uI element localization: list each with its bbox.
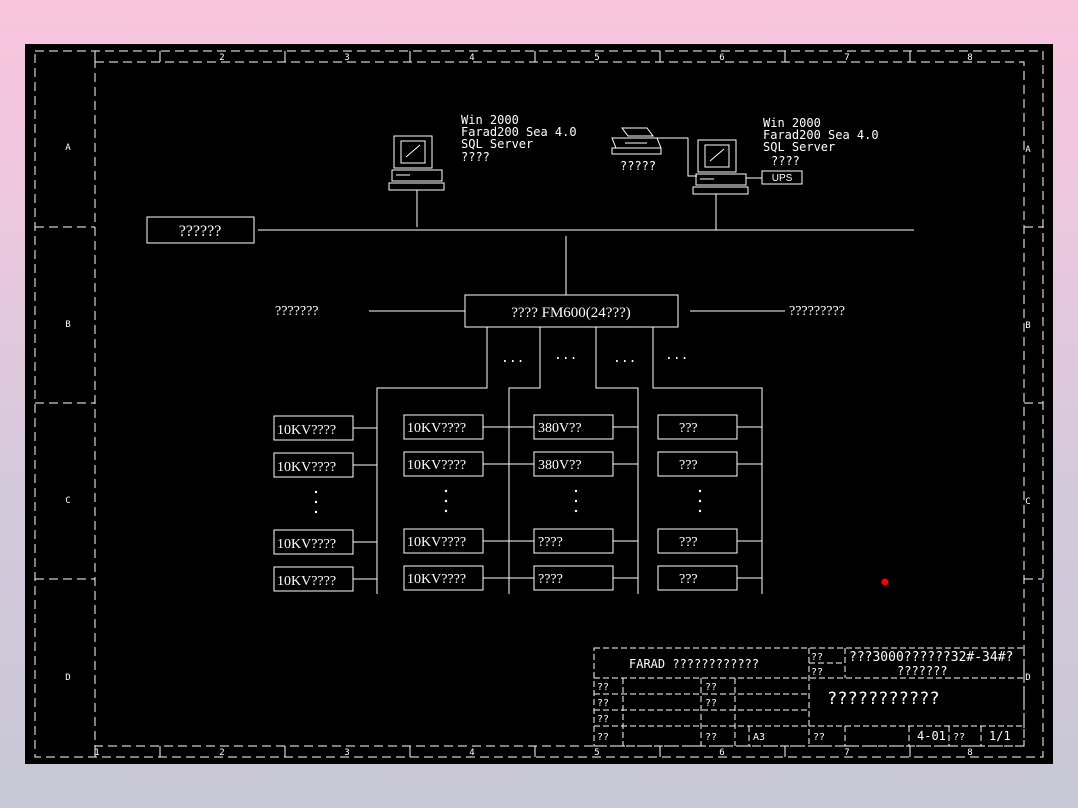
network-label: ??????: [179, 223, 222, 240]
feeder-label: 10KV????: [277, 460, 336, 475]
row-label: C: [1025, 497, 1030, 507]
col-label: 3: [344, 748, 349, 758]
feeder-label: ???: [679, 421, 698, 436]
col-label: 6: [719, 53, 724, 63]
system-diagram: 2 3 4 5 6 7 8 1 2 3 4 5 6 7 8 A B C D A …: [34, 50, 1044, 758]
feeder-label: ????: [538, 572, 563, 587]
row-label: B: [1025, 321, 1030, 331]
printer-label: ?????: [620, 159, 656, 173]
col-label: 2: [219, 53, 224, 63]
title-row-label: ??: [597, 732, 609, 743]
ellipsis: ...: [613, 351, 636, 366]
feeder-label: ????: [538, 535, 563, 550]
device-right-label: ?????????: [789, 304, 845, 319]
red-marker-icon: [881, 578, 889, 586]
feeder-label: 10KV????: [277, 537, 336, 552]
sheet-code: ??: [813, 732, 825, 743]
col-label: 3: [344, 53, 349, 63]
title-row-label: ??: [705, 698, 717, 709]
title-row-label: ??: [705, 732, 717, 743]
col-label: 4: [469, 748, 474, 758]
col-label: 6: [719, 748, 724, 758]
ellipsis: ...: [554, 348, 577, 363]
col-label: 8: [967, 53, 972, 63]
feeder-label: 380V??: [538, 458, 582, 473]
device-left-label: ???????: [275, 304, 319, 319]
computer-icon: [692, 139, 762, 230]
ellipsis: ...: [501, 351, 524, 366]
feeder-label: 10KV????: [407, 572, 466, 587]
title-row-label: ??: [597, 682, 609, 693]
station-left-line: SQL Server: [461, 137, 533, 151]
drawing-number: 4-01: [917, 729, 946, 743]
device-label: ???? FM600(24???): [511, 305, 631, 321]
row-label: A: [65, 143, 71, 153]
feeder-label: 380V??: [538, 421, 582, 436]
project-name: ???3000??????32#-34#?: [849, 650, 1013, 665]
continuation-dots: [314, 489, 702, 514]
row-label: B: [65, 320, 70, 330]
col-label: 7: [844, 53, 849, 63]
project-subname: ???????: [897, 664, 948, 678]
col-label: 8: [967, 748, 972, 758]
row-label: A: [1025, 145, 1031, 155]
title-row-label: ??: [597, 698, 609, 709]
feeder-label: ???: [679, 458, 698, 473]
row-label: D: [65, 673, 70, 683]
col-label: 7: [844, 748, 849, 758]
slide: 2 3 4 5 6 7 8 1 2 3 4 5 6 7 8 A B C D A …: [25, 44, 1053, 764]
feeder-label: 10KV????: [407, 535, 466, 550]
computer-icon: [388, 135, 445, 227]
inner-frame: [94, 61, 1025, 747]
title-row-label: ??: [705, 682, 717, 693]
pages-value: 1/1: [989, 729, 1011, 743]
col-label: 4: [469, 53, 474, 63]
col-label: 5: [594, 748, 599, 758]
title-code: ??: [811, 652, 823, 663]
station-right-line: SQL Server: [763, 140, 835, 154]
ellipsis: ...: [665, 348, 688, 363]
col-label: 1: [94, 748, 99, 758]
feeder-label: 10KV????: [407, 458, 466, 473]
drawing-title: ???????????: [827, 689, 940, 709]
title-row-label: ??: [597, 714, 609, 725]
col-label: 2: [219, 748, 224, 758]
col-label: 5: [594, 53, 599, 63]
feeder-label: 10KV????: [277, 423, 336, 438]
feeder-label: ???: [679, 535, 698, 550]
row-label: C: [65, 496, 70, 506]
station-right-line: ????: [771, 154, 800, 168]
feeder-label: 10KV????: [407, 421, 466, 436]
row-label: D: [1025, 673, 1030, 683]
ups-label: UPS: [772, 173, 793, 184]
feeder-label: 10KV????: [277, 574, 336, 589]
feeder-label: ???: [679, 572, 698, 587]
station-left-line: ????: [461, 150, 490, 164]
company-name: FARAD ????????????: [629, 657, 759, 671]
ratio-value: A3: [753, 732, 765, 743]
title-code: ??: [811, 667, 823, 678]
pages-label: ??: [953, 732, 965, 743]
